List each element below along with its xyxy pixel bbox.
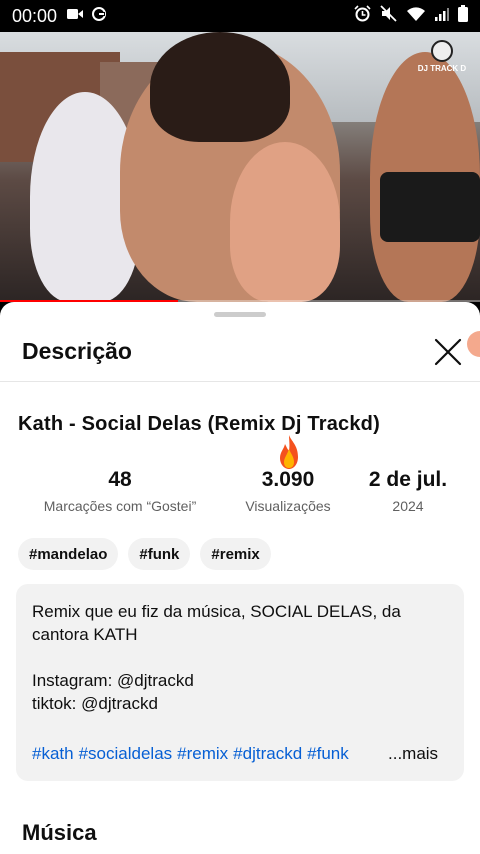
stat-label: 2024 xyxy=(392,498,424,514)
music-heading: Música xyxy=(22,820,97,845)
hashtag-link[interactable]: #djtrackd xyxy=(233,744,302,763)
watermark-text: DJ TRACK D xyxy=(417,64,467,73)
stat-value: 3.090 xyxy=(261,468,315,491)
description-line: Remix que eu fiz da música, SOCIAL DELAS… xyxy=(32,602,401,621)
hashtag-link[interactable]: #remix xyxy=(177,744,228,763)
more-button[interactable]: ...mais xyxy=(386,742,439,765)
fire-emoji-icon xyxy=(276,433,302,471)
stat-label: Visualizações xyxy=(245,498,331,514)
signal-icon xyxy=(435,7,449,26)
stat-value: 2 de jul. xyxy=(368,468,448,491)
sync-icon xyxy=(91,6,107,27)
drag-handle[interactable] xyxy=(214,312,266,317)
tag-chip[interactable]: #remix xyxy=(200,538,271,570)
video-player[interactable]: DJ TRACK D xyxy=(0,32,480,302)
status-icons xyxy=(354,5,468,27)
description-box[interactable]: Remix que eu fiz da música, SOCIAL DELAS… xyxy=(16,584,464,781)
panel-title: Descrição xyxy=(22,338,132,364)
hashtag-fade xyxy=(346,742,386,765)
description-instagram: Instagram: @djtrackd xyxy=(32,671,194,690)
stat-value: 48 xyxy=(108,468,132,491)
hashtag-link[interactable]: #socialdelas xyxy=(79,744,173,763)
mute-icon xyxy=(380,5,397,27)
watermark-logo-icon xyxy=(431,40,453,62)
stat-date: 2 de jul. 2024 xyxy=(358,468,458,514)
stat-views: 3.090 Visualizações xyxy=(228,468,348,514)
tag-chip[interactable]: #mandelao xyxy=(18,538,119,570)
video-title: Kath - Social Delas (Remix Dj Trackd) xyxy=(18,413,380,435)
close-button[interactable] xyxy=(430,334,466,370)
close-icon xyxy=(434,338,462,366)
video-frame-clothing xyxy=(380,172,480,242)
status-bar: 00:00 xyxy=(0,0,480,32)
stat-likes: 48 Marcações com “Gostei” xyxy=(20,468,220,514)
video-camera-icon xyxy=(67,7,84,25)
channel-watermark: DJ TRACK D xyxy=(412,40,472,73)
wifi-icon xyxy=(406,6,426,27)
video-frame-hand xyxy=(230,142,340,302)
description-line: cantora KATH xyxy=(32,625,138,644)
panel-header: Descrição xyxy=(0,322,480,382)
description-tiktok: tiktok: @djtrackd xyxy=(32,694,158,713)
hashtag-link[interactable]: #kath xyxy=(32,744,74,763)
description-panel: Descrição Kath - Social Delas (Remix Dj … xyxy=(0,302,480,854)
status-time: 00:00 xyxy=(12,5,58,26)
stat-label: Marcações com “Gostei” xyxy=(43,498,197,514)
hashtag-link[interactable]: #funk xyxy=(307,744,349,763)
tag-chip[interactable]: #funk xyxy=(128,538,191,570)
alarm-icon xyxy=(354,5,371,27)
battery-icon xyxy=(458,5,468,27)
tag-chips: #mandelao #funk #remix xyxy=(18,538,271,570)
video-frame-hair xyxy=(150,32,290,142)
